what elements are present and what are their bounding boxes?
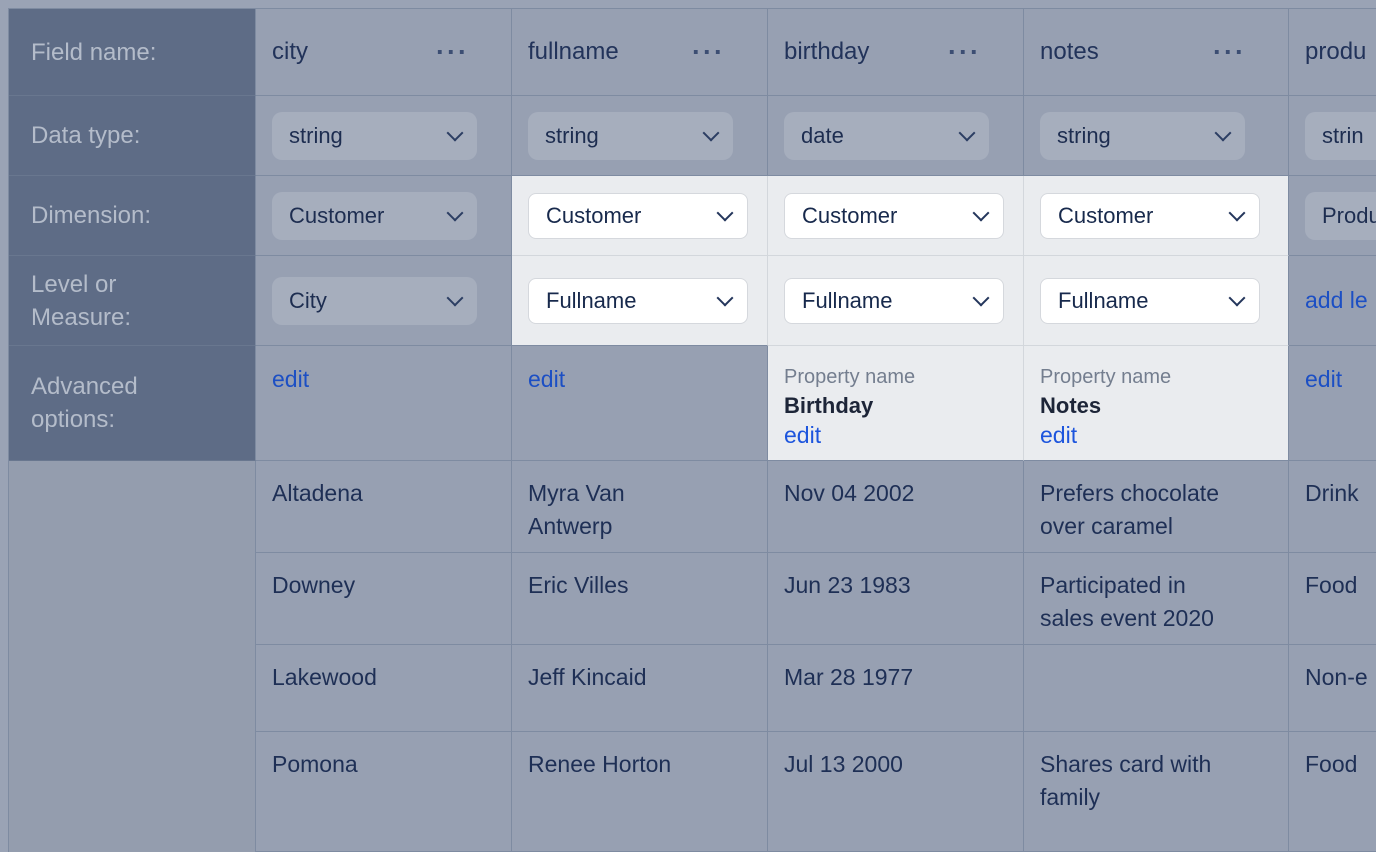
edit-link[interactable]: edit bbox=[1305, 364, 1342, 395]
chevron-down-icon bbox=[973, 289, 990, 306]
chevron-down-icon bbox=[447, 204, 464, 221]
column-header-notes: notes ··· bbox=[1024, 9, 1289, 96]
advanced-cell-city: edit bbox=[256, 346, 512, 461]
edit-link[interactable]: edit bbox=[528, 364, 565, 395]
table-cell: Jeff Kincaid bbox=[512, 645, 768, 732]
advanced-cell-birthday: Property name Birthday edit bbox=[768, 346, 1024, 461]
table-cell: Mar 28 1977 bbox=[768, 645, 1024, 732]
level-select[interactable]: Fullname bbox=[784, 278, 1004, 324]
property-name-label: Property name bbox=[784, 364, 1007, 391]
column-menu-button[interactable]: ··· bbox=[948, 47, 981, 57]
data-type-select[interactable]: string bbox=[528, 112, 733, 160]
column-header-city: city ··· bbox=[256, 9, 512, 96]
chevron-down-icon bbox=[1229, 289, 1246, 306]
property-name-value: Notes bbox=[1040, 391, 1272, 420]
field-name-label: produ bbox=[1305, 38, 1366, 66]
level-select[interactable]: City bbox=[272, 277, 477, 325]
chevron-down-icon bbox=[973, 204, 990, 221]
column-header-product: produ ··· bbox=[1289, 9, 1376, 96]
field-mapping-table: Field name: city ··· fullname ··· birthd… bbox=[8, 8, 1376, 852]
data-type-cell-notes: string bbox=[1024, 96, 1289, 176]
table-cell: Downey bbox=[256, 553, 512, 645]
row-label-level-or-measure: Level or Measure: bbox=[9, 256, 256, 346]
chevron-down-icon bbox=[1215, 124, 1232, 141]
column-menu-button[interactable]: ··· bbox=[692, 47, 725, 57]
table-cell: Jul 13 2000 bbox=[768, 732, 1024, 852]
dimension-cell-city: Customer bbox=[256, 176, 512, 256]
level-cell-notes: Fullname bbox=[1024, 256, 1289, 346]
table-cell: Nov 04 2002 bbox=[768, 461, 1024, 553]
chevron-down-icon bbox=[717, 289, 734, 306]
edit-link[interactable]: edit bbox=[272, 364, 309, 395]
data-type-select[interactable]: strin bbox=[1305, 112, 1376, 160]
table-cell: Altadena bbox=[256, 461, 512, 553]
chevron-down-icon bbox=[1229, 204, 1246, 221]
column-header-birthday: birthday ··· bbox=[768, 9, 1024, 96]
data-type-cell-product: strin bbox=[1289, 96, 1376, 176]
column-menu-button[interactable]: ··· bbox=[1213, 47, 1246, 57]
table-cell: Prefers chocolate over caramel bbox=[1024, 461, 1289, 553]
chevron-down-icon bbox=[447, 289, 464, 306]
table-cell: Food bbox=[1289, 732, 1376, 852]
row-label-data-type: Data type: bbox=[9, 96, 256, 176]
data-type-cell-birthday: date bbox=[768, 96, 1024, 176]
data-type-select[interactable]: date bbox=[784, 112, 989, 160]
table-cell: Drink bbox=[1289, 461, 1376, 553]
advanced-cell-notes: Property name Notes edit bbox=[1024, 346, 1289, 461]
dimension-select[interactable]: Produ bbox=[1305, 192, 1376, 240]
level-select[interactable]: Fullname bbox=[1040, 278, 1260, 324]
advanced-cell-fullname: edit bbox=[512, 346, 768, 461]
row-label-dimension: Dimension: bbox=[9, 176, 256, 256]
field-name-label: fullname bbox=[528, 38, 619, 66]
field-name-label: notes bbox=[1040, 38, 1099, 66]
chevron-down-icon bbox=[703, 124, 720, 141]
dimension-select[interactable]: Customer bbox=[784, 193, 1004, 239]
chevron-down-icon bbox=[447, 124, 464, 141]
table-cell: Food bbox=[1289, 553, 1376, 645]
property-name-label: Property name bbox=[1040, 364, 1272, 391]
chevron-down-icon bbox=[717, 204, 734, 221]
dimension-cell-notes: Customer bbox=[1024, 176, 1289, 256]
edit-link[interactable]: edit bbox=[784, 420, 821, 451]
table-cell: Renee Horton bbox=[512, 732, 768, 852]
row-label-advanced-options: Advanced options: bbox=[9, 346, 256, 461]
edit-link[interactable]: edit bbox=[1040, 420, 1077, 451]
data-type-cell-city: string bbox=[256, 96, 512, 176]
field-name-label: birthday bbox=[784, 38, 869, 66]
table-cell: Shares card with family bbox=[1024, 732, 1289, 852]
level-cell-birthday: Fullname bbox=[768, 256, 1024, 346]
data-type-select[interactable]: string bbox=[1040, 112, 1245, 160]
table-cell: Eric Villes bbox=[512, 553, 768, 645]
data-type-cell-fullname: string bbox=[512, 96, 768, 176]
add-level-link[interactable]: add le bbox=[1305, 285, 1368, 316]
dimension-cell-product: Produ bbox=[1289, 176, 1376, 256]
table-cell: Myra Van Antwerp bbox=[512, 461, 768, 553]
table-cell: Non-e bbox=[1289, 645, 1376, 732]
column-menu-button[interactable]: ··· bbox=[436, 47, 469, 57]
property-name-value: Birthday bbox=[784, 391, 1007, 420]
row-label-field-name: Field name: bbox=[9, 9, 256, 96]
table-cell: Lakewood bbox=[256, 645, 512, 732]
left-panel bbox=[9, 461, 256, 852]
data-type-select[interactable]: string bbox=[272, 112, 477, 160]
dimension-cell-fullname: Customer bbox=[512, 176, 768, 256]
field-name-label: city bbox=[272, 38, 308, 66]
level-select[interactable]: Fullname bbox=[528, 278, 748, 324]
table-cell: Jun 23 1983 bbox=[768, 553, 1024, 645]
dimension-select[interactable]: Customer bbox=[1040, 193, 1260, 239]
table-cell: Pomona bbox=[256, 732, 512, 852]
table-cell: Participated in sales event 2020 bbox=[1024, 553, 1289, 645]
level-cell-city: City bbox=[256, 256, 512, 346]
chevron-down-icon bbox=[959, 124, 976, 141]
dimension-select[interactable]: Customer bbox=[272, 192, 477, 240]
column-header-fullname: fullname ··· bbox=[512, 9, 768, 96]
level-cell-fullname: Fullname bbox=[512, 256, 768, 346]
level-cell-product: add le bbox=[1289, 256, 1376, 346]
dimension-cell-birthday: Customer bbox=[768, 176, 1024, 256]
dimension-select[interactable]: Customer bbox=[528, 193, 748, 239]
advanced-cell-product: edit bbox=[1289, 346, 1376, 461]
table-cell bbox=[1024, 645, 1289, 732]
